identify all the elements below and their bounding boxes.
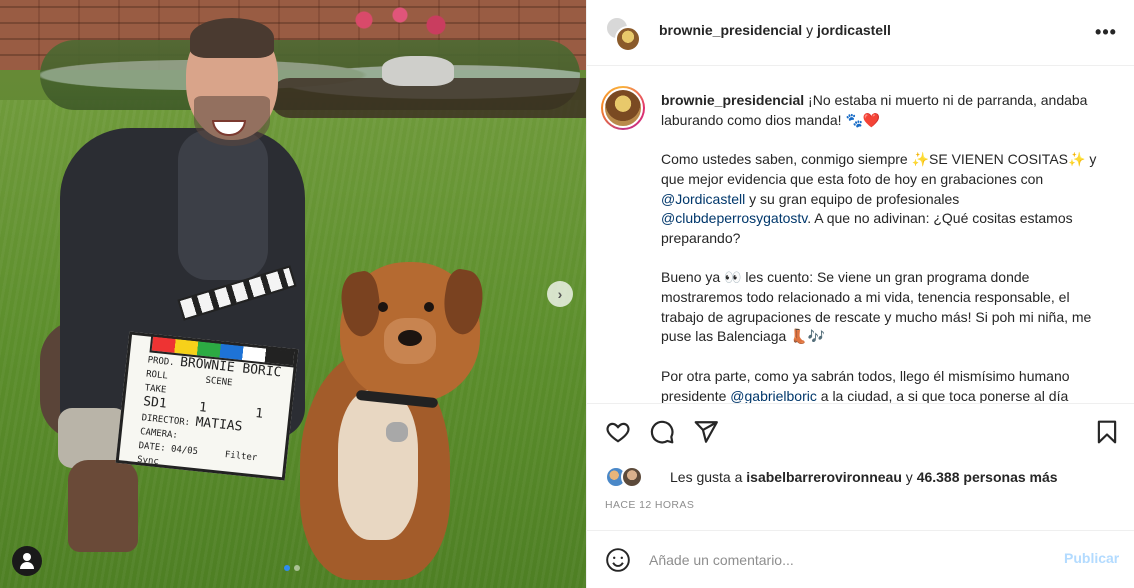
caption-avatar[interactable] <box>601 86 645 130</box>
send-icon[interactable] <box>693 419 721 447</box>
header-joiner: y <box>806 22 814 38</box>
caption-scroll-area[interactable]: brownie_presidencial ¡No estaba ni muert… <box>587 66 1134 404</box>
tagged-users-icon-body <box>20 562 34 569</box>
header-usernames: brownie_presidencial y jordicastell <box>659 22 891 38</box>
likes-count[interactable]: 46.388 personas más <box>917 469 1058 485</box>
likes-text: Les gusta a isabelbarrerovironneau y 46.… <box>670 469 1058 485</box>
caption-text: Como ustedes saben, conmigo siempre ✨SE … <box>661 151 1097 187</box>
caption-text: a la ciudad, a si que toca ponerse al dí… <box>816 387 1069 404</box>
post-side-panel: brownie_presidencial y jordicastell ••• … <box>586 0 1134 588</box>
avatar[interactable] <box>621 466 643 488</box>
likes-username[interactable]: isabelbarrerovironneau <box>746 469 902 485</box>
photo-rock <box>382 56 454 86</box>
heart-icon[interactable] <box>605 419 633 447</box>
comment-icon[interactable] <box>649 419 677 447</box>
carousel-dots <box>284 565 300 571</box>
header-avatars[interactable] <box>605 16 641 52</box>
carousel-dot <box>294 565 300 571</box>
more-horizontal-icon[interactable]: ••• <box>1092 20 1120 44</box>
post-photo[interactable]: PROD. BROWNIE BORIC ROLL SCENE TAKE SD1 … <box>0 0 586 588</box>
man-scarf <box>178 130 268 280</box>
caption-username[interactable]: brownie_presidencial <box>661 92 804 108</box>
post-comment-button[interactable]: Publicar <box>1064 550 1119 566</box>
caption-paragraph: Bueno ya 👀 les cuento: Se viene un gran … <box>661 269 1092 345</box>
carousel-dot-active <box>284 565 290 571</box>
header-username-1[interactable]: brownie_presidencial <box>659 22 802 38</box>
likes-joiner: y <box>901 469 917 485</box>
clapper-text: PROD. BROWNIE BORIC ROLL SCENE TAKE SD1 … <box>136 354 283 468</box>
bookmark-icon[interactable] <box>1094 419 1122 447</box>
tagged-users-icon[interactable] <box>12 546 42 576</box>
likes-row: Les gusta a isabelbarrerovironneau y 46.… <box>605 465 1125 491</box>
dog-eye <box>424 302 434 312</box>
avatar <box>615 26 641 52</box>
mention-link[interactable]: @Jordicastell <box>661 191 745 207</box>
mention-link[interactable]: @gabrielboric <box>730 388 817 404</box>
man-hair <box>190 18 274 58</box>
dog-chest <box>338 390 418 540</box>
comment-box: Publicar <box>587 530 1134 588</box>
likes-prefix: Les gusta a <box>670 469 747 485</box>
tagged-users-icon-head <box>23 553 31 561</box>
dog-nose <box>398 330 422 346</box>
post-caption: brownie_presidencial ¡No estaba ni muert… <box>661 91 1107 404</box>
photo-flowers <box>340 0 460 50</box>
action-bar <box>587 405 1134 461</box>
post-timestamp[interactable]: HACE 12 HORAS <box>605 499 694 511</box>
header-username-2[interactable]: jordicastell <box>817 22 891 38</box>
man-boot <box>68 460 138 552</box>
emoji-icon[interactable] <box>605 547 631 573</box>
comment-input[interactable] <box>649 547 1049 573</box>
dog-eye <box>378 302 388 312</box>
mention-link[interactable]: @clubdeperrosygatostv <box>661 210 807 226</box>
caption-text: y su gran equipo de profesionales <box>745 190 960 207</box>
post-header: brownie_presidencial y jordicastell ••• <box>587 0 1134 66</box>
dog-tag <box>386 422 408 442</box>
carousel-next-button[interactable]: › <box>547 281 573 307</box>
avatar <box>603 88 643 128</box>
